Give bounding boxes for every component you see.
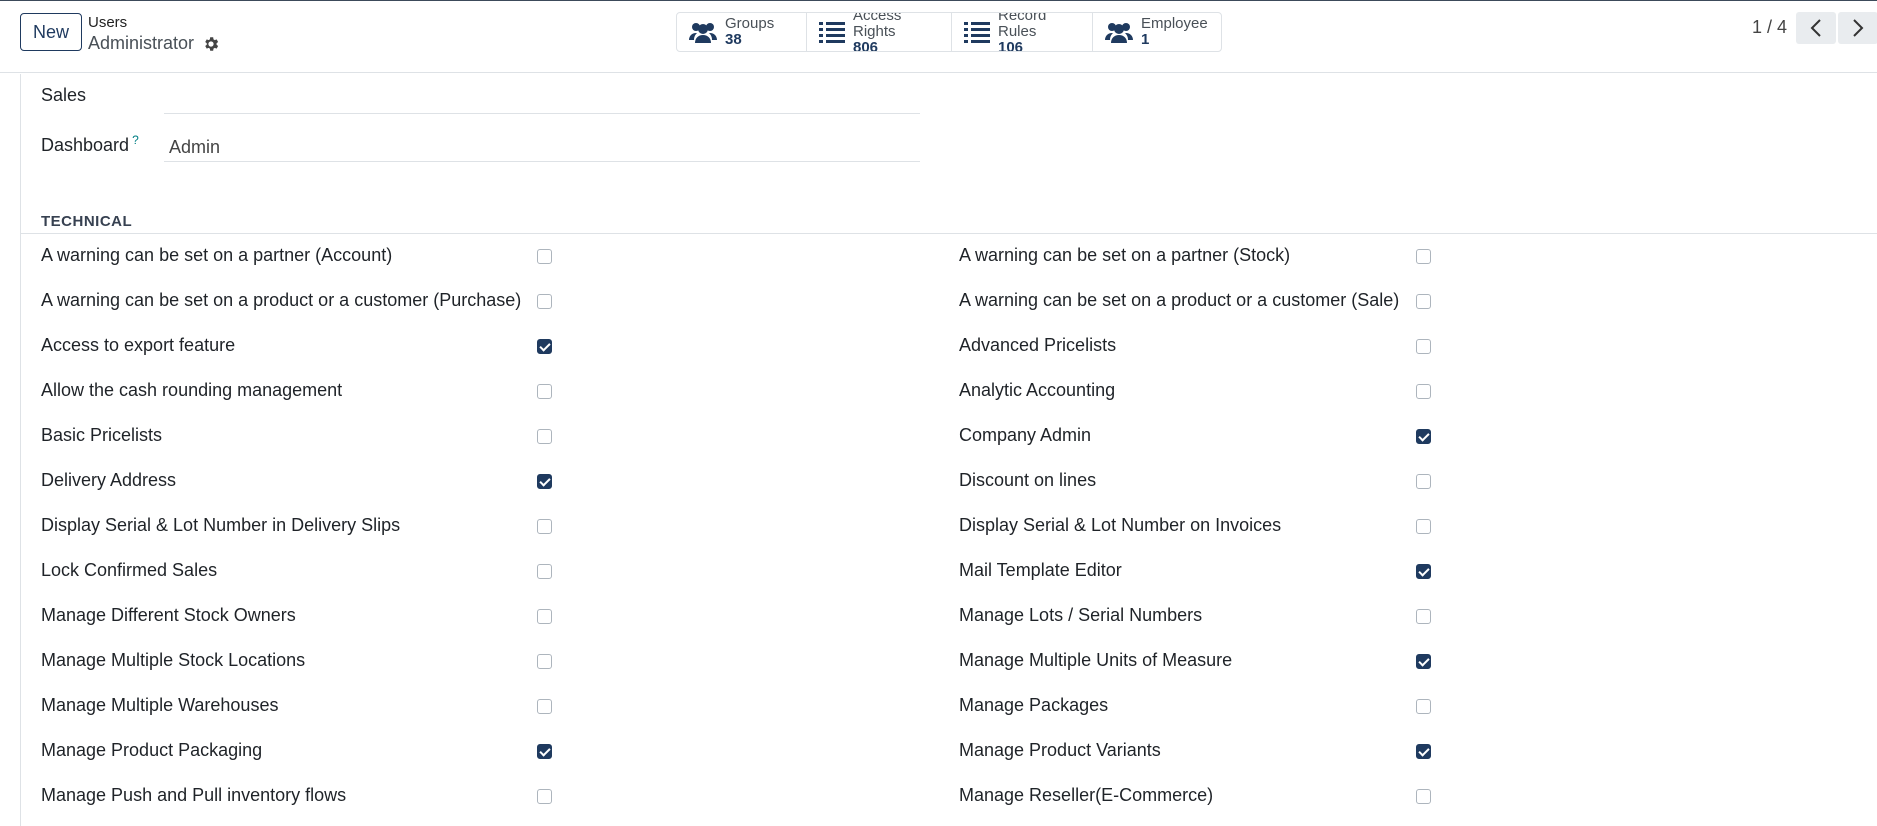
- permission-label: Manage Multiple Warehouses: [41, 695, 279, 715]
- users-icon: [1105, 23, 1133, 43]
- section-title-technical: TECHNICAL: [41, 213, 133, 230]
- permission-checkbox[interactable]: [1416, 789, 1431, 804]
- sales-label: Sales: [41, 85, 87, 105]
- permission-checkbox[interactable]: [537, 699, 552, 714]
- permission-checkbox[interactable]: [1416, 339, 1431, 354]
- record-rules-count: 106: [998, 39, 1024, 52]
- permission-label: A warning can be set on a partner (Accou…: [41, 245, 393, 265]
- pager-value[interactable]: 1 / 4: [1752, 17, 1787, 38]
- permission-label: A warning can be set on a product or a c…: [41, 290, 522, 310]
- permission-label: Manage Packages: [959, 695, 1109, 715]
- permission-checkbox[interactable]: [537, 339, 552, 354]
- chevron-left-icon: [1810, 19, 1821, 37]
- help-tooltip-icon[interactable]: ?: [132, 133, 139, 147]
- list-icon: [819, 22, 845, 43]
- permission-checkbox[interactable]: [1416, 294, 1431, 309]
- permission-label: Manage Product Packaging: [41, 740, 263, 760]
- permission-checkbox[interactable]: [1416, 249, 1431, 264]
- smart-buttons: Groups 38 Access Rights 806 Record Rules…: [676, 12, 1222, 52]
- permission-checkbox[interactable]: [1416, 384, 1431, 399]
- groups-button[interactable]: Groups 38: [677, 13, 807, 51]
- permission-checkbox[interactable]: [1416, 654, 1431, 669]
- permission-label: Basic Pricelists: [41, 425, 163, 445]
- dashboard-label-text: Dashboard: [41, 135, 130, 155]
- permission-checkbox[interactable]: [537, 654, 552, 669]
- permission-checkbox[interactable]: [1416, 519, 1431, 534]
- permission-label: Manage Product Variants: [959, 740, 1161, 760]
- permission-label: Delivery Address: [41, 470, 177, 490]
- permission-checkbox[interactable]: [537, 249, 552, 264]
- permission-checkbox[interactable]: [537, 564, 552, 579]
- permission-checkbox[interactable]: [1416, 564, 1431, 579]
- employee-count: 1: [1141, 31, 1150, 48]
- section-divider: [21, 233, 1877, 234]
- permission-checkbox[interactable]: [537, 384, 552, 399]
- record-rules-label: Record Rules: [998, 12, 1047, 40]
- pager-next-button[interactable]: [1838, 12, 1877, 44]
- users-icon: [689, 23, 717, 43]
- form-sheet: Sales Dashboard? Admin TECHNICAL A warni…: [20, 74, 1877, 826]
- dashboard-label: Dashboard?: [41, 133, 139, 156]
- permission-checkbox[interactable]: [537, 294, 552, 309]
- permission-label: Lock Confirmed Sales: [41, 560, 218, 580]
- new-button[interactable]: New: [20, 13, 82, 51]
- groups-label: Groups: [725, 15, 775, 32]
- dashboard-field[interactable]: Admin: [164, 134, 920, 162]
- employee-button[interactable]: Employee 1: [1093, 13, 1221, 51]
- access-rights-label: Access Rights: [853, 12, 902, 40]
- permission-label: Manage Lots / Serial Numbers: [959, 605, 1203, 625]
- permission-label: Access to export feature: [41, 335, 236, 355]
- gear-icon[interactable]: [202, 35, 220, 53]
- permission-label: Company Admin: [959, 425, 1092, 445]
- access-rights-count: 806: [853, 39, 879, 52]
- permission-label: Manage Reseller(E-Commerce): [959, 785, 1214, 805]
- permission-label: Display Serial & Lot Number on Invoices: [959, 515, 1282, 535]
- permission-label: Manage Different Stock Owners: [41, 605, 296, 625]
- permission-checkbox[interactable]: [537, 519, 552, 534]
- permission-label: Analytic Accounting: [959, 380, 1116, 400]
- permission-label: Manage Multiple Stock Locations: [41, 650, 306, 670]
- record-rules-button[interactable]: Record Rules 106: [952, 13, 1093, 51]
- chevron-right-icon: [1853, 19, 1864, 37]
- permission-checkbox[interactable]: [1416, 474, 1431, 489]
- list-icon: [964, 22, 990, 43]
- permission-checkbox[interactable]: [1416, 699, 1431, 714]
- permission-label: Mail Template Editor: [959, 560, 1122, 580]
- permission-checkbox[interactable]: [537, 789, 552, 804]
- permission-label: Discount on lines: [959, 470, 1097, 490]
- control-panel: New Users Administrator Groups 38 Access…: [0, 0, 1877, 73]
- permission-label: A warning can be set on a partner (Stock…: [959, 245, 1291, 265]
- employee-label: Employee: [1141, 15, 1208, 32]
- permission-label: Manage Multiple Units of Measure: [959, 650, 1233, 670]
- permission-label: Advanced Pricelists: [959, 335, 1117, 355]
- breadcrumb-current: Administrator: [88, 33, 195, 53]
- permission-label: Allow the cash rounding management: [41, 380, 343, 400]
- permission-checkbox[interactable]: [537, 609, 552, 624]
- permission-checkbox[interactable]: [1416, 744, 1431, 759]
- permission-checkbox[interactable]: [1416, 429, 1431, 444]
- permission-checkbox[interactable]: [537, 744, 552, 759]
- sales-field[interactable]: [164, 86, 920, 114]
- pager-previous-button[interactable]: [1796, 12, 1836, 44]
- permission-checkbox[interactable]: [1416, 609, 1431, 624]
- permission-label: Manage Push and Pull inventory flows: [41, 785, 347, 805]
- permission-checkbox[interactable]: [537, 429, 552, 444]
- permission-label: A warning can be set on a product or a c…: [959, 290, 1400, 310]
- groups-count: 38: [725, 31, 742, 48]
- breadcrumb-users[interactable]: Users: [88, 14, 127, 31]
- access-rights-button[interactable]: Access Rights 806: [807, 13, 952, 51]
- permission-checkbox[interactable]: [537, 474, 552, 489]
- permission-label: Display Serial & Lot Number in Delivery …: [41, 515, 401, 535]
